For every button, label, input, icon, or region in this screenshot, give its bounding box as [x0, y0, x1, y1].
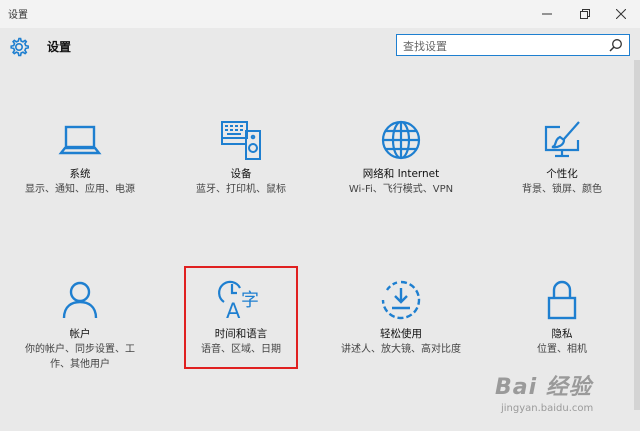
- tile-description: 显示、通知、应用、电源: [25, 184, 135, 195]
- page-title: 设置: [47, 40, 72, 54]
- tile-name: 网络和 Internet: [362, 168, 440, 180]
- tile-name: 系统: [69, 168, 91, 180]
- gear-icon: [10, 37, 29, 57]
- watermark-url: jingyan.baidu.com: [501, 403, 594, 414]
- tile-name: 轻松使用: [380, 328, 422, 340]
- search-input[interactable]: [397, 36, 603, 57]
- search-icon[interactable]: [609, 38, 623, 52]
- tile-personalization[interactable]: 个性化 背景、锁屏、颜色: [487, 118, 637, 197]
- tile-accounts[interactable]: 帐户 你的帐户、同步设置、工作、其他用户: [5, 278, 155, 372]
- watermark-logo: Bai 经验: [495, 375, 592, 400]
- watermark: Bai 经验 jingyan.baidu.com: [495, 365, 635, 425]
- minimize-icon: [542, 13, 552, 15]
- laptop-icon: [58, 125, 102, 155]
- tile-ease-of-access[interactable]: 轻松使用 讲述人、放大镜、高对比度: [326, 278, 476, 357]
- tile-system[interactable]: 系统 显示、通知、应用、电源: [5, 118, 155, 197]
- tile-name: 隐私: [551, 328, 573, 340]
- keyboard-speaker-icon: [221, 121, 261, 160]
- close-button[interactable]: [602, 0, 640, 28]
- tile-privacy[interactable]: 隐私 位置、相机: [487, 278, 637, 357]
- tile-description: 位置、相机: [537, 344, 587, 355]
- tile-description: 背景、锁屏、颜色: [522, 184, 602, 195]
- tile-description: 你的帐户、同步设置、工作、其他用户: [25, 344, 135, 370]
- tile-devices[interactable]: 设备 蓝牙、打印机、鼠标: [166, 118, 316, 197]
- tile-name: 设备: [230, 168, 252, 180]
- paintbrush-monitor-icon: [544, 121, 580, 158]
- title-bar: 设置: [0, 0, 640, 28]
- person-icon: [62, 281, 98, 319]
- globe-icon: [381, 120, 421, 160]
- tile-name: 帐户: [69, 328, 91, 340]
- highlight-box: [184, 266, 298, 369]
- tile-description: Wi-Fi、飞行模式、VPN: [348, 184, 454, 195]
- scrollbar[interactable]: [634, 60, 640, 410]
- padlock-icon: [547, 280, 577, 320]
- window-title: 设置: [8, 10, 28, 21]
- search-box[interactable]: [396, 34, 630, 57]
- tile-name: 个性化: [546, 168, 578, 180]
- restore-button[interactable]: [566, 0, 604, 28]
- close-icon: [616, 9, 626, 19]
- tile-description: 蓝牙、打印机、鼠标: [196, 184, 286, 195]
- minimize-button[interactable]: [528, 0, 566, 28]
- tile-description: 讲述人、放大镜、高对比度: [341, 344, 461, 355]
- accessibility-timer-icon: [381, 280, 421, 320]
- tile-network[interactable]: 网络和 Internet Wi-Fi、飞行模式、VPN: [326, 118, 476, 197]
- restore-icon: [580, 9, 590, 19]
